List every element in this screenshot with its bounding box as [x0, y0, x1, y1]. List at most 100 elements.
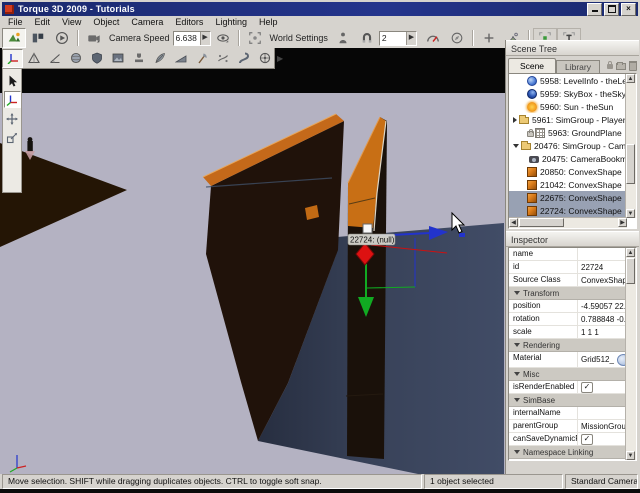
- gauge-icon: [426, 31, 440, 45]
- angle-tool-button[interactable]: [44, 49, 65, 68]
- menu-file[interactable]: File: [2, 17, 29, 27]
- inspector-section-simbase[interactable]: SimBase: [509, 394, 636, 407]
- camera-speed-label: Camera Speed: [109, 33, 170, 43]
- player-drop-button[interactable]: [331, 28, 355, 48]
- tree-item-sun[interactable]: 5960: Sun - theSun: [509, 100, 636, 113]
- tree-item-camerabookmark[interactable]: 20475: CameraBookmark: [509, 152, 636, 165]
- toolbar-overflow-icon[interactable]: ▶: [277, 54, 283, 63]
- status-bar: Move selection. SHIFT while dragging dup…: [2, 474, 638, 489]
- inspector-row-sourceclass[interactable]: Source Class ConvexShape: [509, 274, 636, 287]
- snap-size-spinner-arrow[interactable]: ▶: [406, 32, 416, 45]
- tree-item-convexshape-22724[interactable]: 22724: ConvexShape: [509, 204, 636, 217]
- camera-speed-spinner[interactable]: 6.638 ▶: [173, 31, 211, 46]
- menu-camera[interactable]: Camera: [125, 17, 169, 27]
- menu-view[interactable]: View: [56, 17, 87, 27]
- image-tool-button[interactable]: [107, 49, 128, 68]
- camera-speed-spinner-arrow[interactable]: ▶: [200, 32, 210, 45]
- inspector-row-id[interactable]: id 22724: [509, 261, 636, 274]
- tree-item-groundplane[interactable]: 5963: GroundPlane: [509, 126, 636, 139]
- menu-editors[interactable]: Editors: [169, 17, 209, 27]
- plus-icon: [482, 31, 496, 45]
- shield-tool-button[interactable]: [86, 49, 107, 68]
- status-selection-count: 1 object selected: [424, 474, 563, 489]
- isrenderenabled-checkbox[interactable]: [581, 382, 593, 393]
- menu-edit[interactable]: Edit: [29, 17, 57, 27]
- visibility-button[interactable]: [211, 28, 235, 48]
- ramp-tool-button[interactable]: [170, 49, 191, 68]
- gui-editor-button[interactable]: [26, 28, 50, 48]
- lock-icon[interactable]: [607, 64, 613, 69]
- prism-tool-button[interactable]: [23, 49, 44, 68]
- inspector-section-transform[interactable]: Transform: [509, 287, 636, 300]
- feather-tool-button[interactable]: [149, 49, 170, 68]
- inspector-row-scale[interactable]: scale 1 1 1: [509, 326, 636, 339]
- minimize-button[interactable]: [587, 3, 602, 16]
- wheel-tool-button[interactable]: [254, 49, 275, 68]
- menu-object[interactable]: Object: [87, 17, 125, 27]
- axe-icon: [196, 52, 208, 64]
- maximize-button[interactable]: [604, 3, 619, 16]
- inspector-section-rendering[interactable]: Rendering: [509, 339, 636, 352]
- scatter-tool-button[interactable]: [212, 49, 233, 68]
- snap-size-spinner[interactable]: 2 ▶: [379, 31, 417, 46]
- sun-icon: [527, 102, 537, 112]
- inspector-row-material[interactable]: Material Grid512_: [509, 352, 636, 368]
- tree-vertical-scrollbar[interactable]: ▲ ▼: [625, 74, 636, 218]
- expander-expanded-icon[interactable]: [513, 144, 519, 148]
- camera-menu-button[interactable]: [82, 28, 106, 48]
- tree-item-convexshape-20850[interactable]: 20850: ConvexShape: [509, 165, 636, 178]
- road-tool-button[interactable]: [233, 49, 254, 68]
- gizmo-tool-button[interactable]: [2, 49, 23, 68]
- inspector-section-namespace[interactable]: Namespace Linking: [509, 446, 636, 459]
- road-icon: [238, 52, 250, 64]
- trash-icon[interactable]: [629, 62, 637, 71]
- inspector-row-position[interactable]: position -4.59057 22.51: [509, 300, 636, 313]
- viewport-3d[interactable]: 22724: (null): [0, 48, 505, 474]
- tree-item-simgroup-camera[interactable]: 20476: SimGroup - CameraB: [509, 139, 636, 152]
- magnet-icon: [360, 31, 374, 45]
- inspector-row-internalname[interactable]: internalName: [509, 407, 636, 420]
- inspector-row-name[interactable]: name: [509, 248, 636, 261]
- frame-selection-button[interactable]: [243, 28, 267, 48]
- select-tool-button[interactable]: [4, 72, 21, 89]
- toolbar-separator: [77, 30, 79, 46]
- inspector-row-isrenderenabled[interactable]: isRenderEnabled: [509, 381, 636, 394]
- wheel-icon: [259, 52, 271, 64]
- world-editor-button[interactable]: [2, 28, 26, 48]
- snap-toggle-button[interactable]: [355, 28, 379, 48]
- move-tool-button[interactable]: [4, 91, 21, 108]
- add-object-button[interactable]: [477, 28, 501, 48]
- sphere-tool-button[interactable]: [65, 49, 86, 68]
- pan-tool-button[interactable]: [4, 110, 21, 127]
- menu-help[interactable]: Help: [253, 17, 284, 27]
- tab-scene[interactable]: Scene: [508, 58, 556, 73]
- stamp-icon: [133, 52, 145, 64]
- picture-icon: [112, 52, 124, 64]
- play-button[interactable]: [50, 28, 74, 48]
- inspector-section-misc[interactable]: Misc: [509, 368, 636, 381]
- expander-collapsed-icon[interactable]: [513, 117, 517, 123]
- tree-horizontal-scrollbar[interactable]: ◀ ▶: [509, 217, 627, 228]
- tree-item-convexshape-22675[interactable]: 22675: ConvexShape: [509, 191, 636, 204]
- inspector-row-cansavedynamic[interactable]: canSaveDynamicF: [509, 433, 636, 446]
- tab-library[interactable]: Library: [556, 60, 600, 73]
- close-button[interactable]: ×: [621, 3, 636, 16]
- scene-tree-tabs: Scene Library: [508, 57, 637, 73]
- stamp-tool-button[interactable]: [128, 49, 149, 68]
- gui-editor-icon: [31, 31, 45, 45]
- inspector-row-rotation[interactable]: rotation 0.788848 -0.43: [509, 313, 636, 326]
- axe-tool-button[interactable]: [191, 49, 212, 68]
- cansavedynamic-checkbox[interactable]: [581, 434, 593, 445]
- tree-item-convexshape-21042[interactable]: 21042: ConvexShape: [509, 178, 636, 191]
- orientation-button[interactable]: [445, 28, 469, 48]
- scale-tool-button[interactable]: [4, 129, 21, 146]
- inspector-row-superclass[interactable]: superClass: [509, 459, 636, 461]
- tree-item-levelinfo[interactable]: 5958: LevelInfo - theLevelIn: [509, 74, 636, 87]
- menu-lighting[interactable]: Lighting: [209, 17, 253, 27]
- folder-icon[interactable]: [616, 63, 626, 70]
- tree-item-skybox[interactable]: 5959: SkyBox - theSky: [509, 87, 636, 100]
- tree-item-simgroup-player[interactable]: 5961: SimGroup - PlayerDro: [509, 113, 636, 126]
- inspector-row-parentgroup[interactable]: parentGroup MissionGroup: [509, 420, 636, 433]
- soft-snap-button[interactable]: [421, 28, 445, 48]
- inspector-vertical-scrollbar[interactable]: ▲ ▼: [625, 248, 636, 460]
